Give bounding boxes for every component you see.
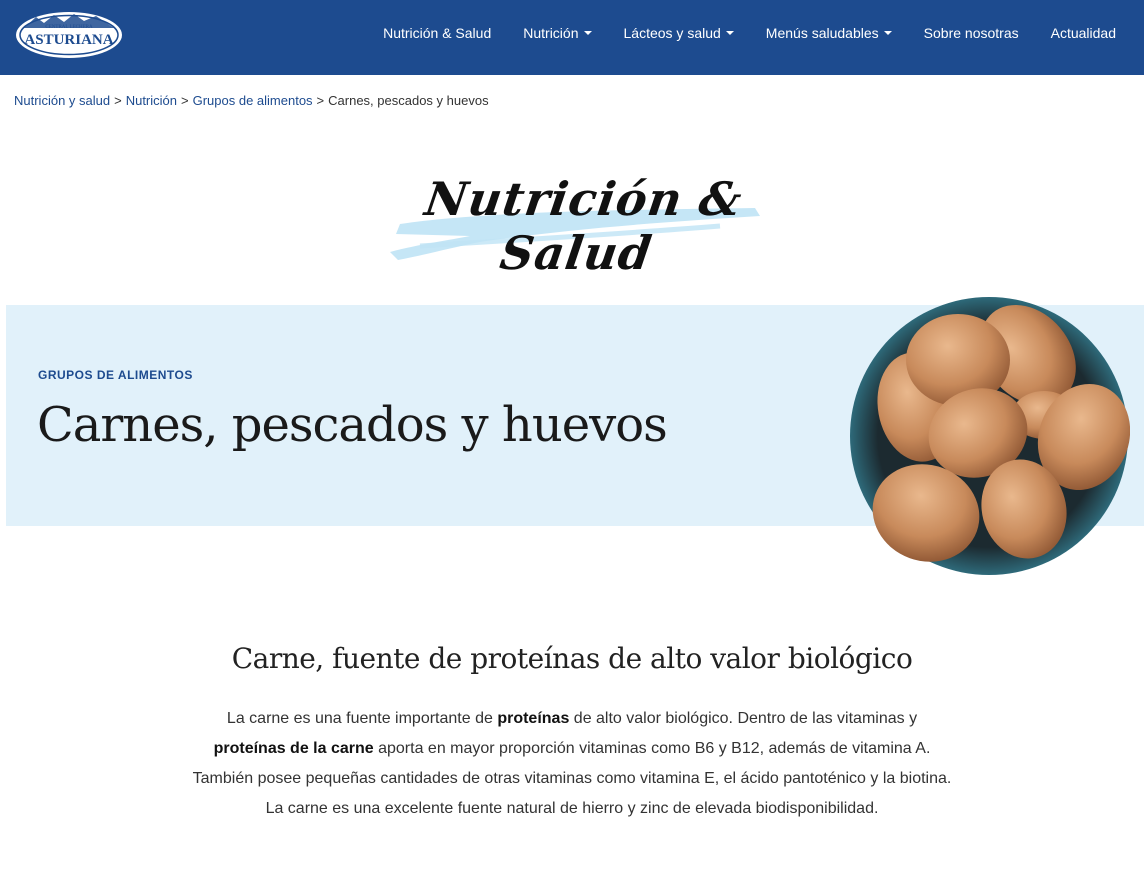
nav-item-menus-saludables[interactable]: Menús saludables xyxy=(750,25,908,41)
body-bold-text: proteínas xyxy=(497,710,570,727)
breadcrumb-separator: > xyxy=(181,93,189,108)
nav-item-nutricion-salud[interactable]: Nutrición & Salud xyxy=(367,25,507,41)
script-title: Nutrición & Salud xyxy=(421,172,746,280)
top-navbar: CENTRAL LECHERA ASTURIANA Nutrición & Sa… xyxy=(0,0,1144,75)
nav-item-label: Sobre nosotras xyxy=(923,25,1019,41)
eggs-bowl-image xyxy=(850,297,1130,575)
nav-item-label: Nutrición xyxy=(523,25,579,41)
caret-down-icon xyxy=(583,31,592,35)
breadcrumb-link-grupos-de-alimentos[interactable]: Grupos de alimentos xyxy=(193,93,313,108)
nav-item-lacteos-y-salud[interactable]: Lácteos y salud xyxy=(608,25,750,41)
hero-kicker: GRUPOS DE ALIMENTOS xyxy=(38,368,193,382)
asturiana-logo[interactable]: CENTRAL LECHERA ASTURIANA xyxy=(14,8,124,60)
nav-item-label: Nutrición & Salud xyxy=(383,25,492,41)
breadcrumb-link-nutricion[interactable]: Nutrición xyxy=(126,93,177,108)
caret-down-icon xyxy=(725,31,734,35)
body-text: de alto valor biológico. Dentro de las v… xyxy=(569,710,918,727)
breadcrumb-separator: > xyxy=(316,93,325,108)
breadcrumb-current: Carnes, pescados y huevos xyxy=(328,93,489,108)
section-script-heading: Nutrición & Salud xyxy=(360,160,800,280)
breadcrumb: Nutrición y salud > Nutrición > Grupos de al… xyxy=(14,93,489,108)
body-bold-text: proteínas de la carne xyxy=(213,740,374,757)
breadcrumb-link-nutricion-y-salud[interactable]: Nutrición y salud xyxy=(14,93,110,108)
nav-item-label: Lácteos y salud xyxy=(623,25,721,41)
breadcrumb-separator: > xyxy=(114,93,122,108)
logo-top-text: CENTRAL LECHERA xyxy=(45,25,93,30)
nav-item-label: Actualidad xyxy=(1050,25,1116,41)
nav-item-nutricion[interactable]: Nutrición xyxy=(507,25,607,41)
page-title: Carnes, pescados y huevos xyxy=(37,397,668,453)
nav-item-actualidad[interactable]: Actualidad xyxy=(1035,25,1132,41)
nav-item-sobre-nosotras[interactable]: Sobre nosotras xyxy=(908,25,1035,41)
section-heading: Carne, fuente de proteínas de alto valor… xyxy=(231,642,913,675)
nav-item-label: Menús saludables xyxy=(765,25,879,41)
logo-main-text: ASTURIANA xyxy=(24,32,113,48)
caret-down-icon xyxy=(883,31,892,35)
body-text: La carne es una fuente importante de xyxy=(226,710,498,727)
section-body-text: La carne es una fuente importante de pro… xyxy=(190,704,954,824)
main-menu: Nutrición & Salud Nutrición Lácteos y salu… xyxy=(367,0,1132,66)
body-text: La carne es una excelente fuente natural… xyxy=(265,800,879,817)
